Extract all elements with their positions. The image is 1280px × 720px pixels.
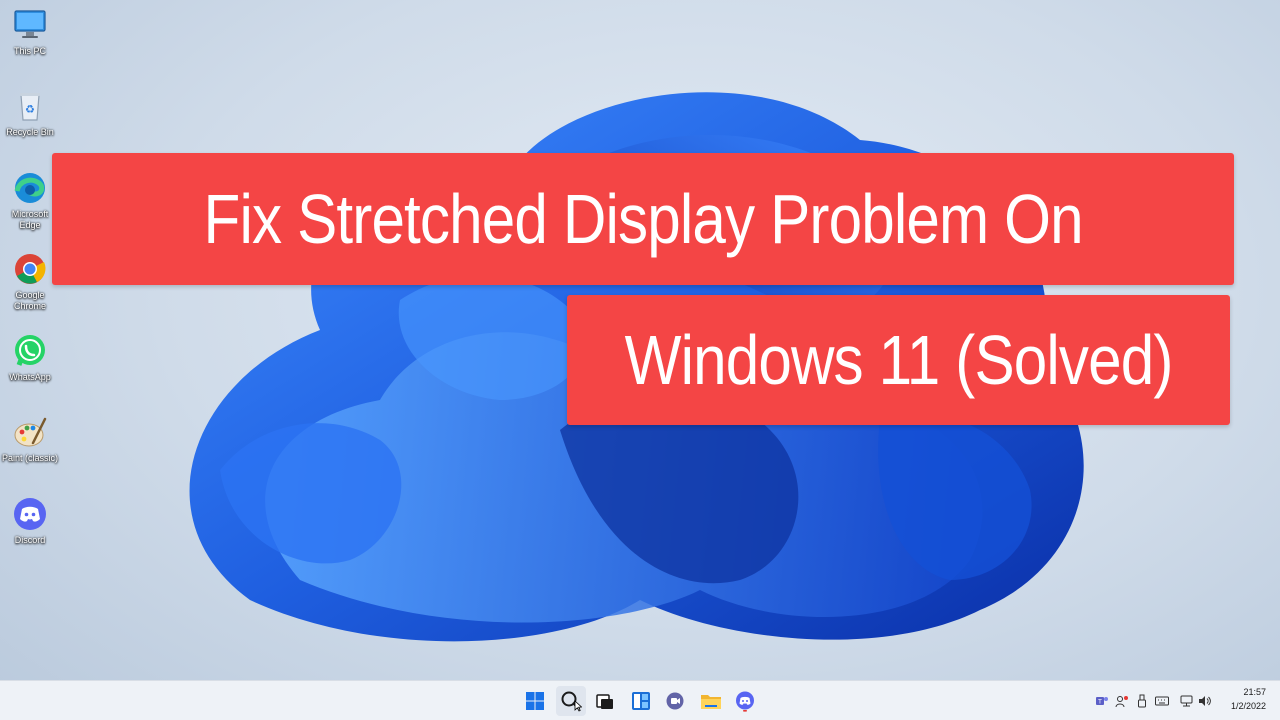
desktop-icon-this-pc[interactable]: This PC <box>2 6 58 57</box>
start-icon <box>526 692 544 710</box>
discord-taskbar-button[interactable] <box>730 686 760 716</box>
search-icon <box>561 691 582 712</box>
svg-text:T: T <box>1097 699 1102 706</box>
title-banner-line-1: Fix Stretched Display Problem On <box>52 153 1234 285</box>
keyboard-tray-button[interactable] <box>1154 693 1170 709</box>
network-button[interactable] <box>1179 693 1195 709</box>
file-explorer-button[interactable] <box>696 686 726 716</box>
desktop-icon-chrome[interactable]: Google Chrome <box>2 250 58 312</box>
teams-tray-button[interactable]: T <box>1094 693 1110 709</box>
start-button[interactable] <box>520 686 550 716</box>
edge-icon <box>14 173 45 203</box>
desktop-icon-label: WhatsApp <box>9 372 51 382</box>
usb-tray-button[interactable] <box>1134 693 1150 709</box>
monitor-icon <box>14 10 46 38</box>
task-view-icon <box>596 694 613 709</box>
people-tray-button[interactable] <box>1114 693 1130 709</box>
discord-icon <box>736 691 754 712</box>
desktop-icon-paint[interactable]: Paint (classic) <box>2 413 58 464</box>
chrome-icon <box>15 254 46 284</box>
svg-text:♻: ♻ <box>25 103 35 116</box>
teams-chat-icon <box>666 692 684 710</box>
keyboard-tray-icon <box>1155 696 1169 706</box>
task-view-button[interactable] <box>590 686 620 716</box>
widgets-icon <box>632 692 650 710</box>
clock-date: 1/2/2022 <box>1230 701 1266 711</box>
taskbar: T 21:57 1/2/2022 <box>0 680 1280 720</box>
desktop-icon-discord[interactable]: Discord <box>2 495 58 546</box>
desktop-icon-label: Microsoft Edge <box>11 209 49 230</box>
desktop-icon-label: Recycle Bin <box>6 127 54 137</box>
clock-time: 21:57 <box>1243 687 1266 697</box>
paint-icon <box>14 417 47 447</box>
desktop-icon-label: This PC <box>13 46 46 56</box>
title-banner-line-2: Windows 11 (Solved) <box>567 295 1230 425</box>
title-line-1: Fix Stretched Display Problem On <box>203 180 1083 258</box>
desktop: This PC ♻ Recycle Bin Microsoft Edge Goo… <box>0 0 1280 720</box>
clock[interactable]: 21:57 1/2/2022 <box>1206 685 1266 713</box>
teams-tray-icon: T <box>1096 697 1108 706</box>
whatsapp-icon <box>15 335 45 366</box>
file-explorer-icon <box>701 695 721 709</box>
usb-tray-icon <box>1138 694 1146 708</box>
recycle-bin-icon: ♻ <box>20 93 40 121</box>
desktop-icon-label: Google Chrome <box>13 290 46 311</box>
people-tray-icon <box>1115 696 1128 708</box>
discord-icon <box>14 498 46 530</box>
title-line-2: Windows 11 (Solved) <box>624 321 1174 399</box>
desktop-icon-recycle-bin[interactable]: ♻ Recycle Bin <box>2 87 58 138</box>
desktop-icon-label: Paint (classic) <box>2 453 59 463</box>
network-icon <box>1180 695 1193 707</box>
desktop-icon-whatsapp[interactable]: WhatsApp <box>2 332 58 383</box>
search-button[interactable] <box>556 686 586 716</box>
teams-chat-button[interactable] <box>660 686 690 716</box>
desktop-icon-label: Discord <box>14 535 46 545</box>
desktop-icon-edge[interactable]: Microsoft Edge <box>2 169 58 231</box>
widgets-button[interactable] <box>626 686 656 716</box>
